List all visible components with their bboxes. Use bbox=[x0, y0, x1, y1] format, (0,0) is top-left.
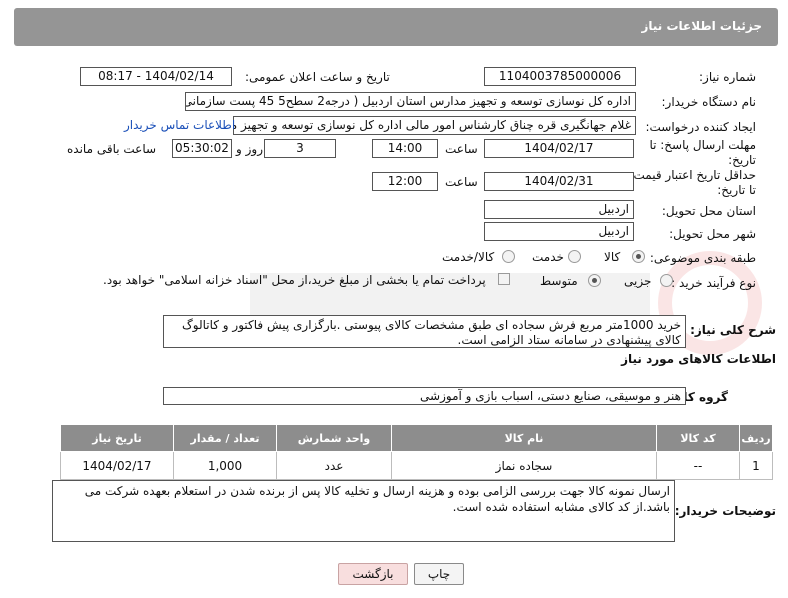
cell-name: سجاده نماز bbox=[391, 451, 657, 480]
days-label: روز و bbox=[236, 142, 263, 156]
col-unit: واحد شمارش bbox=[276, 424, 392, 452]
reply-time-field: 14:00 bbox=[372, 139, 438, 158]
category-radio-service[interactable] bbox=[568, 250, 581, 263]
goods-group-field: هنر و موسیقی، صنایع دستی، اسباب بازی و آ… bbox=[163, 387, 686, 405]
print-button[interactable]: چاپ bbox=[414, 563, 464, 585]
city-label: شهر محل تحویل: bbox=[669, 227, 756, 241]
price-date-field: 1404/02/31 bbox=[484, 172, 634, 191]
buyer-org-field: اداره کل نوسازی توسعه و تجهیز مدارس استا… bbox=[185, 92, 636, 111]
city-field: اردبیل bbox=[484, 222, 634, 241]
price-time-field: 12:00 bbox=[372, 172, 438, 191]
cell-quantity: 1,000 bbox=[173, 451, 277, 480]
process-radio-medium[interactable] bbox=[588, 274, 601, 287]
creator-field: غلام جهانگیری قره چناق کارشناس امور مالی… bbox=[233, 116, 636, 135]
need-number-field: 1104003785000006 bbox=[484, 67, 636, 86]
province-label: استان محل تحویل: bbox=[661, 204, 756, 218]
process-radio-minor[interactable] bbox=[660, 274, 673, 287]
process-option-minor: جزیی bbox=[624, 274, 652, 288]
buyer-org-label: نام دستگاه خریدار: bbox=[661, 95, 757, 109]
col-name: نام کالا bbox=[391, 424, 657, 452]
reply-date-field: 1404/02/17 bbox=[484, 139, 634, 158]
goods-table: ردیف کد کالا نام کالا واحد شمارش تعداد /… bbox=[60, 424, 773, 480]
reply-time-label: ساعت bbox=[445, 142, 478, 156]
process-option-medium: متوسط bbox=[540, 274, 578, 288]
payment-note: پرداخت تمام یا بخشی از مبلغ خرید،از محل … bbox=[103, 273, 486, 287]
cell-row: 1 bbox=[739, 451, 773, 480]
days-field: 3 bbox=[264, 139, 336, 158]
announce-label: تاریخ و ساعت اعلان عمومی: bbox=[245, 70, 390, 84]
category-radio-goods[interactable] bbox=[632, 250, 645, 263]
price-deadline-label: حداقل تاریخ اعتبار قیمت: تا تاریخ: bbox=[629, 168, 756, 197]
buyer-notes-label: توضیحات خریدار: bbox=[674, 504, 776, 518]
col-quantity: تعداد / مقدار bbox=[173, 424, 277, 452]
category-radio-goods-service[interactable] bbox=[502, 250, 515, 263]
col-date: تاریخ نیاز bbox=[60, 424, 174, 452]
payment-checkbox[interactable] bbox=[498, 273, 510, 285]
remaining-time-field: 05:30:02 bbox=[172, 139, 232, 158]
category-option-goods-service: کالا/خدمت bbox=[442, 250, 495, 264]
process-label: نوع فرآیند خرید : bbox=[671, 276, 756, 290]
description-field[interactable]: خرید 1000متر مربع فرش سجاده ای طبق مشخصا… bbox=[163, 315, 686, 348]
province-field: اردبیل bbox=[484, 200, 634, 219]
reply-deadline-label: مهلت ارسال پاسخ: تا تاریخ: bbox=[649, 138, 756, 167]
goods-section-title: اطلاعات کالاهای مورد نیاز bbox=[621, 352, 776, 366]
col-row: ردیف bbox=[739, 424, 773, 452]
category-option-service: خدمت bbox=[532, 250, 564, 264]
creator-label: ایجاد کننده درخواست: bbox=[645, 120, 756, 134]
cell-unit: عدد bbox=[276, 451, 392, 480]
description-label: شرح کلی نیاز: bbox=[690, 323, 776, 337]
need-number-label: شماره نیاز: bbox=[699, 70, 756, 84]
table-row: 1 -- سجاده نماز عدد 1,000 1404/02/17 bbox=[60, 451, 773, 480]
cell-code: -- bbox=[656, 451, 740, 480]
category-label: طبقه بندی موضوعی: bbox=[649, 251, 756, 265]
cell-date: 1404/02/17 bbox=[60, 451, 174, 480]
contact-buyer-link[interactable]: اطلاعات تماس خریدار bbox=[124, 118, 235, 132]
price-time-label: ساعت bbox=[445, 175, 478, 189]
back-button[interactable]: بازگشت bbox=[338, 563, 408, 585]
category-option-goods: کالا bbox=[604, 250, 621, 264]
col-code: کد کالا bbox=[656, 424, 740, 452]
buyer-notes-field[interactable]: ارسال نمونه کالا جهت بررسی الزامی بوده و… bbox=[52, 480, 675, 542]
page-title: جزئیات اطلاعات نیاز bbox=[641, 19, 762, 33]
remaining-label: ساعت باقی مانده bbox=[67, 142, 157, 156]
announce-field: 1404/02/14 - 08:17 bbox=[80, 67, 232, 86]
